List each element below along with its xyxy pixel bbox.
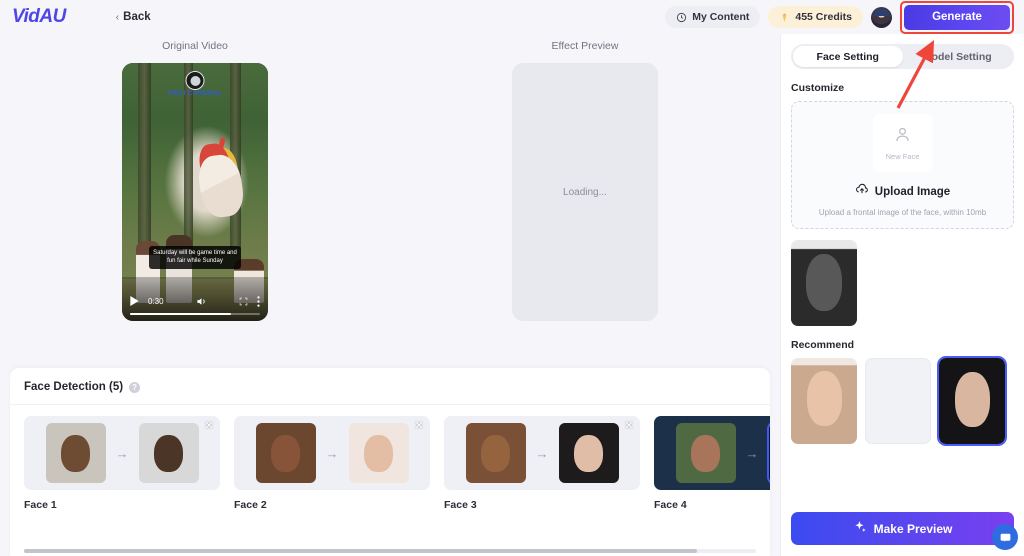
swap-arrow-icon: → (535, 445, 549, 461)
credits-label: 455 Credits (795, 11, 852, 23)
recommend-face-3[interactable] (937, 356, 1007, 446)
face-pair-box[interactable]: →✕ (234, 416, 430, 490)
recommend-face-list (791, 356, 1014, 446)
sparkle-icon (853, 520, 867, 537)
video-progress-bar[interactable] (130, 312, 260, 315)
face-detection-scroll-area[interactable]: →✕Face 1→✕Face 2→✕Face 3→✕Face 4 (10, 405, 770, 556)
original-video-label: Original Video (162, 40, 228, 52)
video-player[interactable]: FIRST CARDINAL Saturday will be game tim… (122, 63, 268, 321)
face-detection-header: Face Detection (5) ? (10, 368, 770, 405)
source-face-thumbnail (675, 423, 736, 483)
face-card-track: →✕Face 1→✕Face 2→✕Face 3→✕Face 4 (24, 416, 770, 511)
effect-preview-column: Effect Preview Loading... (390, 34, 780, 368)
target-face-thumbnail[interactable] (348, 423, 409, 483)
play-icon[interactable] (130, 296, 139, 306)
tab-face-setting[interactable]: Face Setting (793, 46, 903, 67)
source-face-thumbnail (255, 423, 316, 483)
remove-face-icon[interactable]: ✕ (413, 420, 425, 432)
face-detection-title: Face Detection (5) (24, 381, 124, 393)
help-circle-icon[interactable]: ? (129, 381, 141, 393)
face-card-label: Face 2 (234, 499, 267, 511)
diamond-badge-icon (779, 12, 790, 23)
generate-button[interactable]: Generate (904, 4, 1010, 30)
swap-arrow-icon: → (325, 445, 339, 461)
recommend-face-1[interactable] (791, 358, 857, 444)
customize-title: Customize (791, 82, 845, 94)
new-face-label: New Face (885, 152, 920, 161)
back-label: Back (123, 11, 151, 23)
settings-tabs: Face Setting Model Setting (791, 44, 1014, 69)
face-card-label: Face 3 (444, 499, 477, 511)
chevron-left-icon: ‹ (115, 11, 120, 23)
user-avatar[interactable] (871, 6, 892, 28)
face-pair-box[interactable]: →✕ (654, 416, 770, 490)
face-card[interactable]: →✕ Face 4 (654, 416, 770, 511)
credits-button[interactable]: 455 Credits (768, 6, 863, 28)
face-pair-box[interactable]: →✕ (444, 416, 640, 490)
new-face-placeholder[interactable]: New Face (872, 114, 933, 172)
scrollbar-thumb[interactable] (24, 549, 698, 553)
effect-preview-box: Loading... (512, 63, 658, 321)
effect-preview-label: Effect Preview (551, 40, 619, 52)
make-preview-button[interactable]: Make Preview (791, 512, 1014, 545)
generate-button-wrapper: Generate (900, 0, 1014, 34)
video-watermark-text: FIRST CARDINAL (167, 91, 223, 97)
app-logo[interactable]: VidAU (12, 6, 66, 28)
cloud-upload-icon (855, 182, 869, 201)
upload-dropzone[interactable]: New Face Upload Image Upload a frontal i… (791, 101, 1014, 229)
remove-face-icon[interactable]: ✕ (203, 420, 215, 432)
more-vertical-icon[interactable] (257, 295, 260, 307)
left-column: Original Video FIRST CARDINAL Saturday w… (0, 34, 780, 556)
preview-area: Original Video FIRST CARDINAL Saturday w… (0, 34, 780, 368)
tab-model-setting[interactable]: Model Setting (903, 46, 1013, 67)
face-card[interactable]: → ✕ Face 2 (234, 416, 430, 511)
right-settings-panel: Face Setting Model Setting Customize New … (780, 34, 1024, 556)
video-controls: 0:30 (122, 277, 268, 321)
my-content-button[interactable]: My Content (665, 6, 761, 28)
fullscreen-icon[interactable] (239, 297, 248, 306)
recommend-face-2[interactable] (865, 358, 931, 444)
back-button[interactable]: ‹ Back (116, 11, 151, 23)
face-card-label: Face 4 (654, 499, 687, 511)
chat-bubble-icon[interactable] (992, 524, 1018, 550)
target-face-thumbnail[interactable] (558, 423, 619, 483)
app-root: VidAU ‹ Back My Content 455 Credits Gene… (0, 0, 1024, 556)
main-body: Original Video FIRST CARDINAL Saturday w… (0, 34, 1024, 556)
video-caption: Saturday will be game time and fun fair … (149, 245, 241, 269)
upload-image-button[interactable]: Upload Image (855, 182, 950, 201)
top-header: VidAU ‹ Back My Content 455 Credits Gene… (0, 0, 1024, 34)
make-preview-label: Make Preview (873, 521, 953, 536)
my-content-label: My Content (692, 11, 750, 23)
swap-arrow-icon: → (745, 445, 759, 461)
source-face-thumbnail (45, 423, 106, 483)
face-pair-box[interactable]: →✕ (24, 416, 220, 490)
horizontal-scrollbar[interactable] (24, 549, 756, 553)
clock-icon (676, 12, 687, 23)
recommend-title: Recommend (791, 339, 855, 351)
swap-arrow-icon: → (115, 445, 129, 461)
upload-hint: Upload a frontal image of the face, with… (818, 208, 987, 217)
volume-icon[interactable] (196, 296, 207, 307)
video-time: 0:30 (148, 296, 164, 306)
target-face-thumbnail[interactable] (766, 421, 770, 485)
remove-face-icon[interactable]: ✕ (623, 420, 635, 432)
source-face-thumbnail (465, 423, 526, 483)
target-face-thumbnail[interactable] (138, 423, 199, 483)
upload-image-label: Upload Image (874, 185, 951, 198)
header-actions: My Content 455 Credits Generate (665, 0, 1014, 34)
video-watermark-icon (185, 71, 205, 90)
original-video-column: Original Video FIRST CARDINAL Saturday w… (0, 34, 390, 368)
loading-text: Loading... (563, 186, 607, 198)
face-detection-panel: Face Detection (5) ? → ✕ Face 1 → ✕ Face 2 → ✕ F… (10, 368, 770, 556)
face-card-label: Face 1 (24, 499, 57, 511)
person-icon (893, 125, 912, 149)
uploaded-face-thumbnail[interactable] (791, 240, 857, 326)
face-card[interactable]: → ✕ Face 1 (24, 416, 220, 511)
face-card[interactable]: → ✕ Face 3 (444, 416, 640, 511)
